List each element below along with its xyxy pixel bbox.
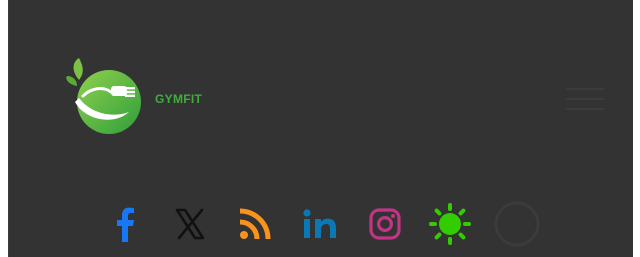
theme-dark-button[interactable] <box>493 200 541 248</box>
hamburger-menu-icon <box>566 88 604 90</box>
linkedin-icon <box>303 209 336 238</box>
moon-toggle-icon <box>494 201 540 247</box>
social-links <box>103 196 541 252</box>
hamburger-menu-button[interactable] <box>566 84 604 114</box>
theme-light-button[interactable] <box>428 202 472 246</box>
facebook-link[interactable] <box>103 202 147 246</box>
facebook-icon <box>117 207 134 242</box>
leaf-fork-logo-icon <box>66 58 141 134</box>
instagram-link[interactable] <box>363 202 407 246</box>
sun-icon <box>429 203 471 245</box>
site-header: GYMFIT <box>8 0 633 257</box>
rss-link[interactable] <box>233 202 277 246</box>
instagram-icon <box>369 208 401 240</box>
rss-icon <box>239 208 271 240</box>
linkedin-link[interactable] <box>298 202 342 246</box>
brand-link[interactable]: GYMFIT <box>65 58 202 138</box>
x-twitter-icon <box>175 208 205 240</box>
brand-name: GYMFIT <box>155 92 203 106</box>
x-twitter-link[interactable] <box>168 202 212 246</box>
